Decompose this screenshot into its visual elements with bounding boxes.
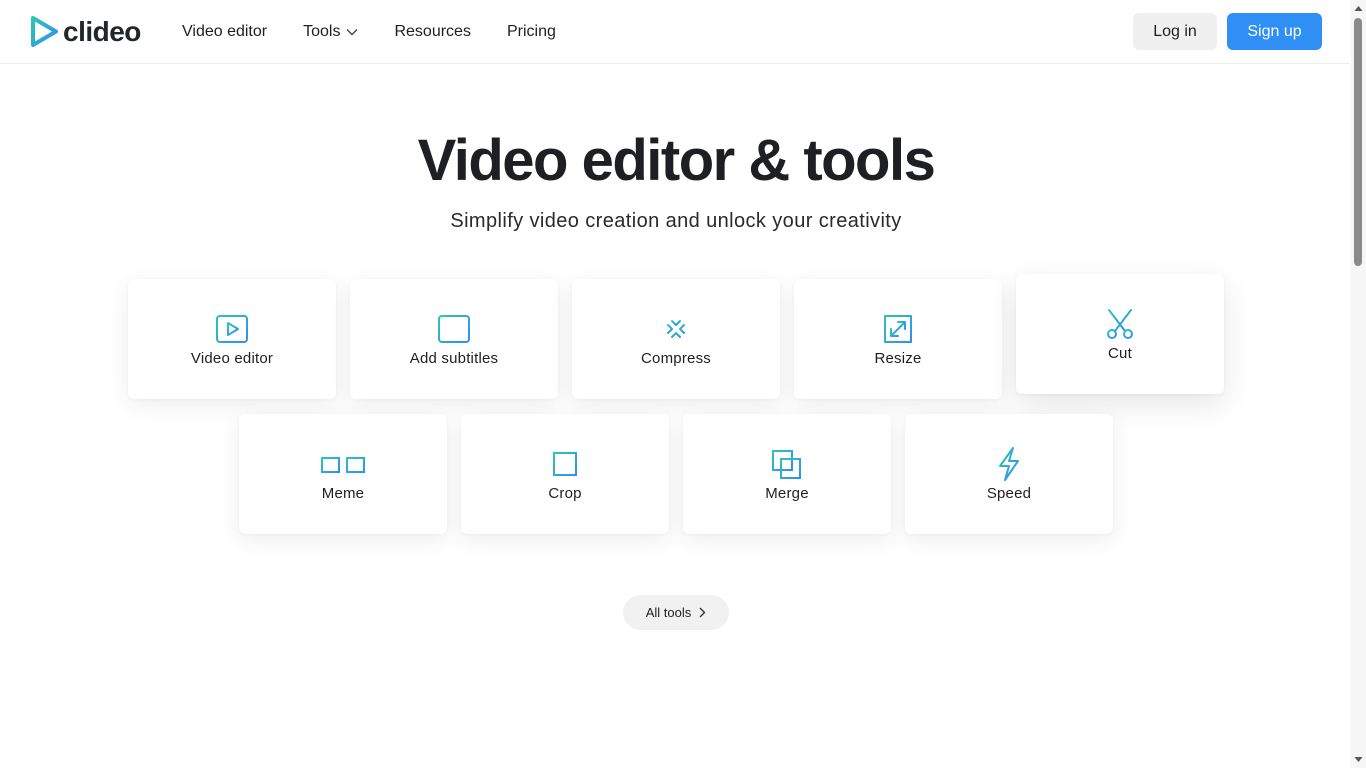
nav-pricing-label: Pricing <box>506 23 556 40</box>
scroll-up-arrow-icon[interactable] <box>1354 4 1363 13</box>
all-tools-label: All tools <box>645 605 692 620</box>
tool-card-meme[interactable]: Meme <box>239 414 447 534</box>
subtitles-icon <box>438 315 470 343</box>
meme-glasses-icon <box>318 457 368 473</box>
chevron-right-icon <box>699 607 706 618</box>
lightning-icon <box>999 447 1019 481</box>
login-button[interactable]: Log in <box>1133 13 1217 50</box>
nav-video-editor-label: Video editor <box>182 23 268 40</box>
tool-card-compress[interactable]: Compress <box>572 279 780 399</box>
tool-label: Merge <box>765 485 809 502</box>
tool-card-crop[interactable]: Crop <box>461 414 669 534</box>
tool-label: Speed <box>986 485 1032 502</box>
scroll-down-arrow-icon[interactable] <box>1354 755 1363 764</box>
tool-card-speed[interactable]: Speed <box>905 414 1113 534</box>
page-subtitle: Simplify video creation and unlock your … <box>450 210 902 232</box>
scrollbar-thumb[interactable] <box>1354 18 1362 266</box>
logo-text: clideo <box>63 15 141 47</box>
compress-icon <box>660 313 692 345</box>
tool-card-video-editor[interactable]: Video editor <box>128 279 336 399</box>
logo[interactable]: clideo <box>30 16 141 47</box>
tool-card-merge[interactable]: Merge <box>683 414 891 534</box>
tool-label: Cut <box>1108 345 1132 362</box>
tool-label: Resize <box>874 350 922 367</box>
nav-pricing[interactable]: Pricing <box>507 23 556 41</box>
main-nav: Video editor Tools Resources Pricing <box>182 0 592 64</box>
chevron-down-icon <box>346 29 358 36</box>
tool-card-cut[interactable]: Cut <box>1016 274 1224 394</box>
nav-resources[interactable]: Resources <box>394 23 470 41</box>
tool-label: Video editor <box>190 350 274 367</box>
page-title: Video editor & tools <box>417 128 936 193</box>
tool-label: Crop <box>548 485 582 502</box>
site-header: clideo Video editor Tools Resources Pric… <box>0 0 1350 64</box>
all-tools-button[interactable]: All tools <box>623 595 729 630</box>
clideo-logo-icon <box>31 16 58 47</box>
tool-label: Meme <box>321 485 365 502</box>
tool-card-add-subtitles[interactable]: Add subtitles <box>350 279 558 399</box>
nav-tools[interactable]: Tools <box>303 23 358 41</box>
crop-icon <box>549 448 577 480</box>
scissors-icon <box>1107 309 1133 339</box>
tool-label: Compress <box>641 350 711 367</box>
nav-video-editor[interactable]: Video editor <box>182 23 267 41</box>
resize-icon <box>884 315 912 343</box>
merge-icon <box>772 450 801 479</box>
video-play-icon <box>216 315 248 343</box>
tool-card-resize[interactable]: Resize <box>794 279 1002 399</box>
nav-tools-label: Tools <box>303 23 341 40</box>
tool-label: Add subtitles <box>409 350 499 367</box>
signup-button[interactable]: Sign up <box>1227 13 1322 50</box>
vertical-scrollbar[interactable] <box>1351 0 1366 768</box>
nav-resources-label: Resources <box>394 23 471 40</box>
page: clideo Video editor Tools Resources Pric… <box>0 0 1366 768</box>
